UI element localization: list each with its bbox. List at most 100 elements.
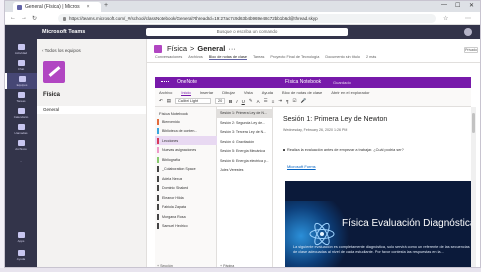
italic-icon[interactable]: I <box>236 99 237 104</box>
tab-class-notebook[interactable]: Bloc de notas de clase <box>208 55 248 60</box>
section-item[interactable]: Adela Nexus <box>155 174 217 183</box>
section-item[interactable]: Morgana Rosa <box>155 212 217 221</box>
rail-item-activity[interactable]: Actividad <box>5 41 37 57</box>
numbering-icon[interactable]: ≡ <box>272 99 275 104</box>
favorite-star-icon[interactable]: ☆ <box>443 15 448 22</box>
underline-icon[interactable]: U <box>242 99 245 104</box>
undo-icon[interactable]: ↶ <box>159 98 163 104</box>
page-item[interactable]: Jules Verestes <box>217 166 272 175</box>
forms-link[interactable]: Microsoft Forms <box>287 164 316 169</box>
section-item[interactable]: Dominic Shaked <box>155 184 217 193</box>
rail-item-calendar[interactable]: Calendario <box>5 105 37 121</box>
styles-icon[interactable]: ¶ <box>286 99 288 104</box>
section-item[interactable]: Bibliografía <box>155 155 217 164</box>
bullet-text: Realiza la evaluación antes de empezar a… <box>287 148 404 152</box>
ribbon-tab-file[interactable]: Archivo <box>159 90 172 96</box>
section-label: Lecciones <box>162 138 179 143</box>
ribbon-tab-class-notebook[interactable]: Bloc de notas de clase <box>282 90 322 96</box>
rail-item-teams[interactable]: Equipos <box>5 73 37 89</box>
channel-team-name: Física <box>167 44 188 53</box>
window-maximize-button[interactable]: ☐ <box>455 2 460 9</box>
reload-icon[interactable]: ↻ <box>32 15 37 22</box>
rail-item-apps[interactable]: Apps <box>5 229 37 245</box>
window-close-button[interactable]: ✕ <box>469 2 474 9</box>
ribbon-tab-insert[interactable]: Insertar <box>200 90 214 96</box>
ribbon-tab-view[interactable]: Vista <box>244 90 253 96</box>
tab-final-project[interactable]: Proyecto Final de Tecnología <box>270 55 319 60</box>
page-item[interactable]: Sesión 5: Energía Mecánica <box>217 147 272 156</box>
channel-item-general[interactable]: General <box>37 106 146 114</box>
browser-tab[interactable]: General (Física) | Micros × <box>13 2 101 12</box>
font-name-select[interactable]: Calibri Light <box>175 98 212 104</box>
teams-search-input[interactable]: Busque o escriba un comando <box>146 28 348 36</box>
tab-more[interactable]: 2 más <box>366 55 376 60</box>
page-title[interactable]: Sesión 1: Primera Ley de Newton <box>283 116 387 123</box>
avatar[interactable] <box>464 28 472 36</box>
section-item[interactable]: Eleanor Hilda <box>155 193 217 202</box>
tab-files[interactable]: Archivos <box>188 55 203 60</box>
calendar-icon <box>17 107 25 114</box>
section-item[interactable]: Bienvenido <box>155 117 217 126</box>
app-launcher-icon[interactable] <box>161 81 169 84</box>
notebook-name[interactable]: Física Notebook <box>159 111 188 116</box>
highlight-icon[interactable]: ✎ <box>249 98 253 104</box>
section-color-tab <box>157 128 159 134</box>
rail-item-assignments[interactable]: Tareas <box>5 89 37 105</box>
tab-assignments[interactable]: Tareas <box>253 55 264 60</box>
section-item[interactable]: Biblioteca de conten... <box>155 127 217 136</box>
all-teams-link[interactable]: ‹ Todos los equipos <box>42 48 81 53</box>
page-item[interactable]: Sesión 1: Primera Ley de N... <box>217 109 272 118</box>
bold-icon[interactable]: B <box>229 99 232 104</box>
scrollbar-thumb[interactable] <box>472 113 475 133</box>
page-item[interactable]: Sesión 4: Gravitación <box>217 138 272 147</box>
rail-label: Equipos <box>16 82 28 87</box>
team-icon <box>154 45 162 53</box>
section-item[interactable]: Samuel Hedrico <box>155 222 217 231</box>
rail-item-chat[interactable]: Chat <box>5 57 37 73</box>
page-item[interactable]: Sesión 3: Tercera Ley de N... <box>217 128 272 137</box>
tag-icon[interactable]: ☑ <box>293 98 297 104</box>
bullet-item[interactable]: Realiza la evaluación antes de empezar a… <box>283 148 404 152</box>
rail-item-calls[interactable]: Llamadas <box>5 121 37 137</box>
tab-conversations[interactable]: Conversaciones <box>155 55 182 60</box>
lock-icon <box>63 16 66 21</box>
ribbon-tab-draw[interactable]: Dibujar <box>222 90 235 96</box>
channel-header: Física > General ··· Conversaciones Arch… <box>147 39 480 63</box>
dictate-icon[interactable]: 🎤 <box>301 98 307 104</box>
clipboard-icon[interactable]: ▤ <box>167 98 171 104</box>
section-color-tab <box>157 204 159 210</box>
indent-icon[interactable]: ⇥ <box>278 98 282 104</box>
taskbar-strip <box>0 268 481 272</box>
tab-untitled-document[interactable]: Documento sin título <box>325 55 360 60</box>
page-scrollbar[interactable] <box>471 107 476 267</box>
tab-close-icon[interactable]: × <box>87 4 90 10</box>
forward-arrow-icon[interactable]: → <box>21 15 27 21</box>
section-item[interactable]: _Colaboration Space <box>155 165 217 174</box>
window-minimize-button[interactable]: — <box>441 2 447 8</box>
team-name[interactable]: Física <box>43 92 60 98</box>
font-size-select[interactable]: 20 <box>215 98 226 104</box>
rail-item-files[interactable]: Archivos <box>5 137 37 153</box>
font-color-icon[interactable]: A <box>257 99 260 104</box>
bullets-icon[interactable]: ☰ <box>264 98 268 104</box>
teams-icon <box>18 75 26 82</box>
section-item[interactable]: Lecciones <box>155 136 217 145</box>
page-canvas[interactable]: Sesión 1: Primera Ley de Newton Wednesda… <box>273 107 471 267</box>
new-tab-button[interactable]: + <box>104 2 108 9</box>
channel-main: Física > General ··· Conversaciones Arch… <box>147 39 480 267</box>
rail-item-help[interactable]: Ayuda <box>5 247 37 263</box>
page-item[interactable]: Sesión 6: Energía electrica y... <box>217 157 272 166</box>
url-field[interactable]: https://teams.microsoft.com/_#/school/cl… <box>58 14 436 23</box>
more-options-icon[interactable]: ··· <box>228 44 236 53</box>
rail-item-more[interactable]: ... <box>5 153 37 169</box>
ribbon-tab-open-browser[interactable]: Abrir en el explorador <box>331 90 369 96</box>
section-item[interactable]: Fabiola Zapata <box>155 203 217 212</box>
breadcrumb-separator: > <box>190 44 195 53</box>
browser-menu-icon[interactable]: ⋯ <box>465 15 471 22</box>
ribbon-tab-home[interactable]: Inicio <box>181 90 191 96</box>
section-item[interactable]: Nuevas asignaciones <box>155 146 217 155</box>
page-item[interactable]: Sesión 2: Segunda Ley de... <box>217 119 272 128</box>
ribbon-tab-help[interactable]: Ayuda <box>262 90 273 96</box>
rail-label: Chat <box>17 66 25 71</box>
back-arrow-icon[interactable]: ← <box>10 15 16 21</box>
